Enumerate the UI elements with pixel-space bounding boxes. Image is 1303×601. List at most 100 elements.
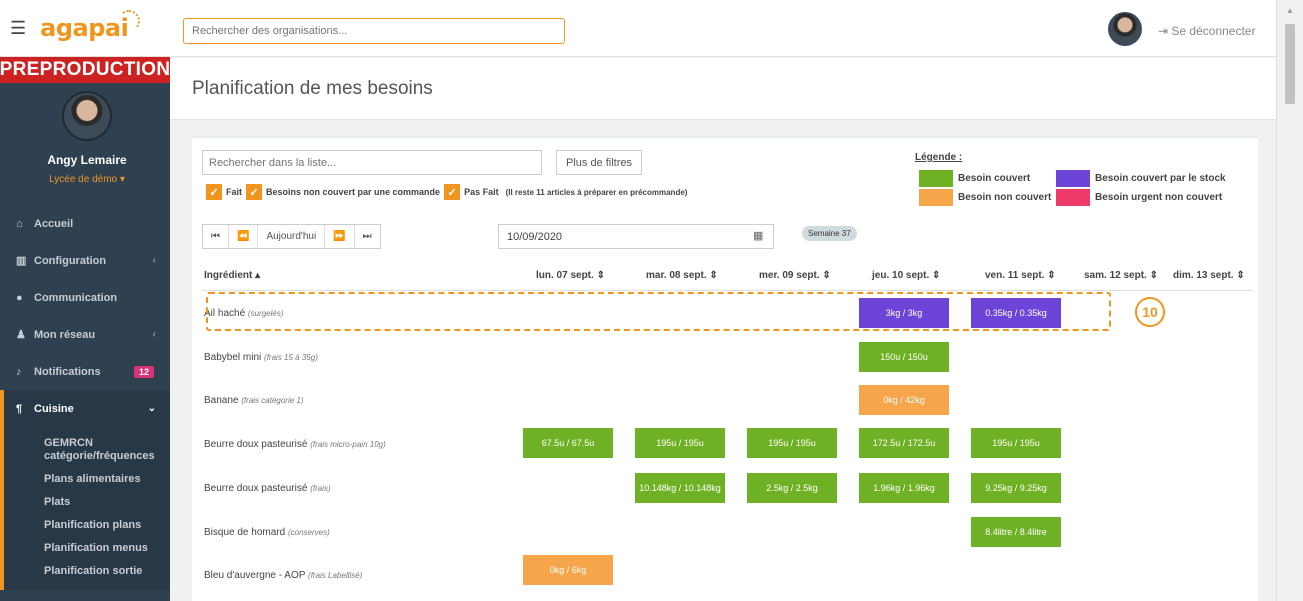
column-header-mer[interactable]: mer. 09 sept. ⇕ <box>759 270 831 281</box>
date-input[interactable] <box>498 224 774 249</box>
submenu-item-plats[interactable]: Plats <box>4 492 170 515</box>
column-header-dim[interactable]: dim. 13 sept. ⇕ <box>1173 270 1245 281</box>
column-header-jeu[interactable]: jeu. 10 sept. ⇕ <box>872 270 940 281</box>
highlight-dashed-frame <box>206 292 1111 331</box>
checkbox-fait[interactable]: ✓ <box>206 184 222 200</box>
need-cell[interactable]: 0kg / 42kg <box>859 385 949 415</box>
avatar[interactable] <box>1108 12 1142 46</box>
users-icon: ♟ <box>16 329 26 341</box>
header-divider <box>202 290 1252 291</box>
cutlery-icon: ¶ <box>16 402 23 415</box>
planning-card: Plus de filtres ✓ Fait ✓ Besoins non cou… <box>192 136 1258 601</box>
avatar[interactable] <box>62 91 112 141</box>
logout-link[interactable]: ⇥ Se déconnecter <box>1158 24 1255 38</box>
ingredient-name: Bisque de homard <box>204 527 286 538</box>
hamburger-menu-icon[interactable]: ☰ <box>10 18 26 39</box>
need-cell[interactable]: 1.96kg / 1.96kg <box>859 473 949 503</box>
sidebar-item-communication[interactable]: ● Communication <box>0 279 170 316</box>
ingredient-category: (frais micro-pain 10g) <box>310 440 386 449</box>
column-header-lun[interactable]: lun. 07 sept. ⇕ <box>536 270 605 281</box>
need-cell[interactable]: 172.5u / 172.5u <box>859 428 949 458</box>
submenu-item-planification-plans[interactable]: Planification plans <box>4 515 170 538</box>
column-header-mar[interactable]: mar. 08 sept. ⇕ <box>646 270 718 281</box>
profile-name: Angy Lemaire <box>47 153 127 167</box>
scroll-thumb[interactable] <box>1285 24 1295 104</box>
agapai-logo[interactable]: agapai <box>40 10 141 42</box>
scroll-up-arrow-icon[interactable]: ▲ <box>1286 6 1294 15</box>
checkbox-label: Pas Fait <box>464 187 499 197</box>
need-cell[interactable]: 2.5kg / 2.5kg <box>747 473 837 503</box>
page-header: Planification de mes besoins <box>170 58 1276 120</box>
sidebar-item-mon-reseau[interactable]: ♟ Mon réseau ‹ <box>0 316 170 353</box>
need-cell[interactable]: 67.5u / 67.5u <box>523 428 613 458</box>
legend-not-covered: Besoin non couvert <box>919 189 1051 206</box>
ingredient-category: (frais) <box>310 484 331 493</box>
chevron-left-icon: ‹ <box>152 255 156 266</box>
need-cell[interactable]: 195u / 195u <box>971 428 1061 458</box>
last-page-icon[interactable]: ⏭ <box>354 225 380 248</box>
need-cell[interactable]: 195u / 195u <box>747 428 837 458</box>
table-row: Babybel mini (frais 15 à 35g) <box>204 352 318 363</box>
logout-label: Se déconnecter <box>1171 24 1256 38</box>
ingredient-category: (frais catégorie 1) <box>241 396 304 405</box>
school-dropdown[interactable]: Lycée de démo ▾ <box>49 174 125 185</box>
legend-swatch <box>919 189 953 206</box>
ingredient-name: Bleu d'auvergne - AOP <box>204 570 306 581</box>
checkbox-pas-fait[interactable]: ✓ <box>444 184 461 200</box>
sidebar-item-label: Notifications <box>34 365 101 378</box>
sidebar-item-accueil[interactable]: ⌂ Accueil <box>0 205 170 242</box>
checkbox-label: Besoins non couvert par une commande <box>266 187 441 197</box>
chevron-left-icon: ‹ <box>152 329 156 340</box>
column-header-ven[interactable]: ven. 11 sept. ⇕ <box>985 270 1056 281</box>
page-title: Planification de mes besoins <box>192 78 433 99</box>
need-cell[interactable]: 10.148kg / 10.148kg <box>635 473 725 503</box>
list-search-input[interactable] <box>202 150 542 175</box>
callout-number-badge: 10 <box>1135 297 1165 327</box>
legend-label: Besoin urgent non couvert <box>1095 192 1223 203</box>
organisation-search-input[interactable] <box>183 18 565 44</box>
page-scrollbar[interactable]: ▲ <box>1276 0 1303 601</box>
legend-covered: Besoin couvert <box>919 170 1030 187</box>
need-cell[interactable]: 8.4litre / 8.4litre <box>971 517 1061 547</box>
first-page-icon[interactable]: ⏮ <box>203 225 229 248</box>
table-row: Beurre doux pasteurisé (frais) <box>204 483 331 494</box>
legend-urgent: Besoin urgent non couvert <box>1056 189 1222 206</box>
submenu-item-planification-menus[interactable]: Planification menus <box>4 538 170 561</box>
previous-week-icon[interactable]: ⏪ <box>229 225 259 248</box>
table-row: Bleu d'auvergne - AOP (frais Labellisé) <box>204 570 362 581</box>
sidebar-item-cuisine[interactable]: ¶ Cuisine ⌄ <box>0 390 170 427</box>
legend-label: Besoin couvert par le stock <box>1095 173 1226 184</box>
need-cell[interactable]: 9.25kg / 9.25kg <box>971 473 1061 503</box>
column-header-ingredient[interactable]: Ingrédient ▴ <box>204 270 260 281</box>
column-header-sam[interactable]: sam. 12 sept. ⇕ <box>1084 270 1158 281</box>
legend-title: Légende : <box>915 152 963 163</box>
table-row: Bisque de homard (conserves) <box>204 527 330 538</box>
need-cell[interactable]: 150u / 150u <box>859 342 949 372</box>
environment-banner: PREPRODUCTION <box>0 57 170 83</box>
ingredient-name: Banane <box>204 395 239 406</box>
ingredient-category: (frais 15 à 35g) <box>264 353 318 362</box>
sidebar-item-configuration[interactable]: ▥ Configuration ‹ <box>0 242 170 279</box>
sidebar-item-notifications[interactable]: ♪ Notifications 12 <box>0 353 170 390</box>
checkbox-label: Fait <box>226 187 243 197</box>
sidebar-menu: ⌂ Accueil ▥ Configuration ‹ ● Communicat… <box>0 205 170 427</box>
checkbox-non-couvert[interactable]: ✓ <box>246 184 263 200</box>
submenu-item-planification-sortie[interactable]: Planification sortie <box>4 561 170 584</box>
today-button[interactable]: Aujourd'hui <box>258 225 326 248</box>
table-row: Banane (frais catégorie 1) <box>204 395 304 406</box>
need-cell[interactable]: 0kg / 6kg <box>523 555 613 585</box>
submenu-item-plans-alimentaires[interactable]: Plans alimentaires <box>4 469 170 492</box>
ingredient-category: (frais Labellisé) <box>308 571 363 580</box>
more-filters-button[interactable]: Plus de filtres <box>556 150 642 175</box>
sidebar: ☰ agapai PREPRODUCTION Angy Lemaire Lycé… <box>0 0 170 601</box>
logo-swirl-icon <box>118 10 141 32</box>
calendar-icon[interactable]: ▦ <box>753 229 763 242</box>
brand-bar: ☰ agapai <box>0 0 170 57</box>
need-cell[interactable]: 195u / 195u <box>635 428 725 458</box>
date-navigation: ⏮ ⏪ Aujourd'hui ⏩ ⏭ <box>202 224 381 249</box>
submenu-item-gemrcn[interactable]: GEMRCN catégorie/fréquences <box>4 427 170 469</box>
legend-swatch <box>919 170 953 187</box>
next-week-icon[interactable]: ⏩ <box>325 225 355 248</box>
legend-swatch <box>1056 189 1090 206</box>
sidebar-item-label: Cuisine <box>34 402 74 415</box>
